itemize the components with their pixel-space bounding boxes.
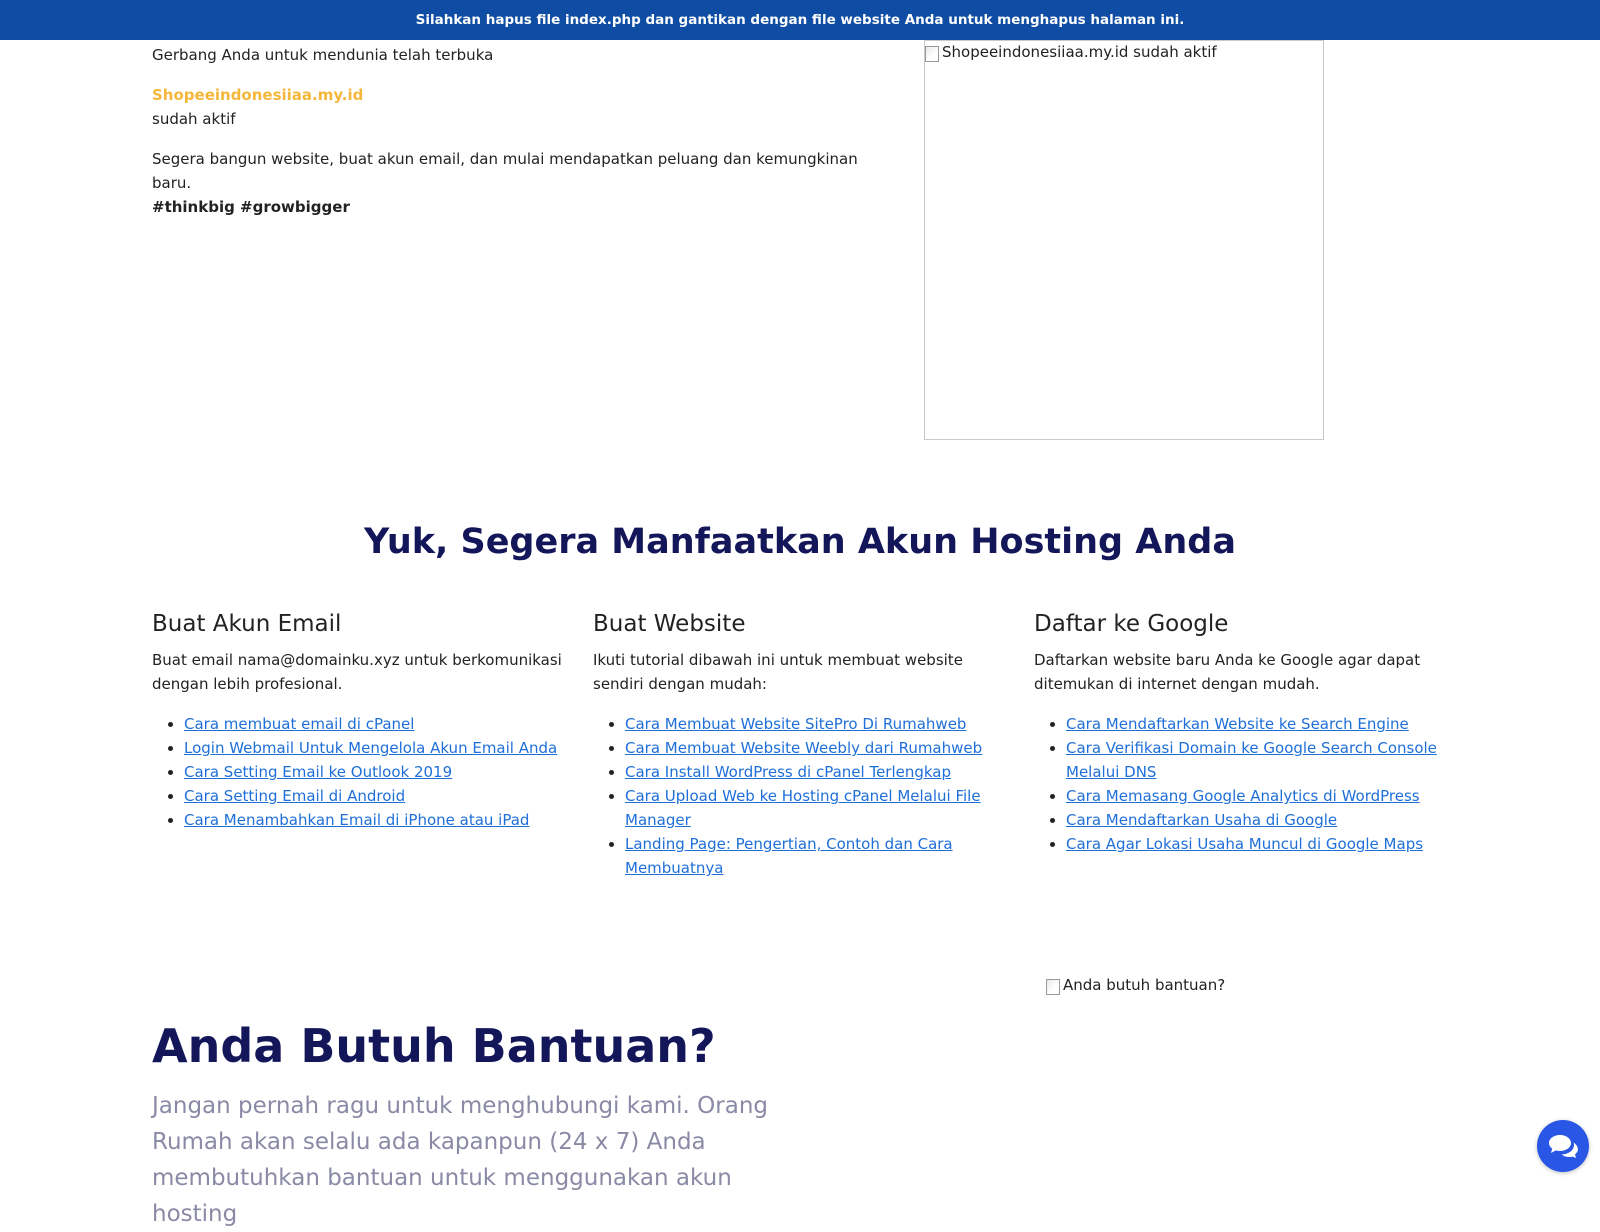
link-list: Cara membuat email di cPanel Login Webma… [152,712,562,832]
link-email-iphone[interactable]: Cara Menambahkan Email di iPhone atau iP… [184,811,529,829]
hero-text: Gerbang Anda untuk mendunia telah terbuk… [152,43,882,219]
link-email-android[interactable]: Cara Setting Email di Android [184,787,405,805]
link-email-outlook[interactable]: Cara Setting Email ke Outlook 2019 [184,763,452,781]
column-heading: Buat Akun Email [152,611,342,637]
list-item: Cara Memasang Google Analytics di WordPr… [1066,784,1444,808]
list-item: Cara Menambahkan Email di iPhone atau iP… [184,808,562,832]
link-weebly[interactable]: Cara Membuat Website Weebly dari Rumahwe… [625,739,982,757]
list-item: Cara Install WordPress di cPanel Terleng… [625,760,1003,784]
list-item: Cara Membuat Website SitePro Di Rumahweb [625,712,1003,736]
link-usaha-google[interactable]: Cara Mendaftarkan Usaha di Google [1066,811,1337,829]
list-item: Cara Membuat Website Weebly dari Rumahwe… [625,736,1003,760]
hero-tagline: Gerbang Anda untuk mendunia telah terbuk… [152,46,494,64]
column-description: Ikuti tutorial dibawah ini untuk membuat… [593,651,963,693]
help-title: Anda Butuh Bantuan? [152,1019,716,1073]
list-item: Cara Upload Web ke Hosting cPanel Melalu… [625,784,1003,832]
column-description: Daftarkan website baru Anda ke Google ag… [1034,651,1421,693]
help-text: Jangan pernah ragu untuk menghubungi kam… [152,1093,769,1227]
hero-image: Shopeeindonesiiaa.my.id sudah aktif [924,40,1324,440]
hero-domain: Shopeeindonesiiaa.my.id [152,86,364,104]
list-item: Cara Verifikasi Domain ke Google Search … [1066,736,1444,784]
link-install-wordpress[interactable]: Cara Install WordPress di cPanel Terleng… [625,763,951,781]
link-google-analytics[interactable]: Cara Memasang Google Analytics di WordPr… [1066,787,1420,805]
list-item: Cara Mendaftarkan Usaha di Google [1066,808,1444,832]
column-email: Buat Akun Email Buat email nama@domainku… [152,608,562,832]
column-heading: Buat Website [593,611,746,637]
link-search-console[interactable]: Cara Verifikasi Domain ke Google Search … [1066,739,1437,781]
column-description: Buat email nama@domainku.xyz untuk berko… [152,651,562,693]
list-item: Cara Setting Email di Android [184,784,562,808]
help-image-alt: Anda butuh bantuan? [1063,976,1226,994]
help-image: Anda butuh bantuan? [1046,976,1225,995]
list-item: Login Webmail Untuk Mengelola Akun Email… [184,736,562,760]
section-title: Yuk, Segera Manfaatkan Akun Hosting Anda [364,522,1236,562]
list-item: Cara Mendaftarkan Website ke Search Engi… [1066,712,1444,736]
chat-bubbles-icon [1549,1135,1578,1158]
hero-description: Segera bangun website, buat akun email, … [152,150,858,192]
hero-status: sudah aktif [152,110,236,128]
top-notice-text: Silahkan hapus file index.php dan gantik… [415,12,1185,28]
link-search-engine[interactable]: Cara Mendaftarkan Website ke Search Engi… [1066,715,1409,733]
link-landing-page[interactable]: Landing Page: Pengertian, Contoh dan Car… [625,835,953,877]
column-website: Buat Website Ikuti tutorial dibawah ini … [593,608,1003,880]
link-upload-file-manager[interactable]: Cara Upload Web ke Hosting cPanel Melalu… [625,787,981,829]
hero-image-alt: Shopeeindonesiiaa.my.id sudah aktif [942,43,1217,61]
column-heading: Daftar ke Google [1034,611,1229,637]
list-item: Cara membuat email di cPanel [184,712,562,736]
list-item: Cara Agar Lokasi Usaha Muncul di Google … [1066,832,1444,856]
list-item: Landing Page: Pengertian, Contoh dan Car… [625,832,1003,880]
link-email-cpanel[interactable]: Cara membuat email di cPanel [184,715,414,733]
chat-button[interactable] [1537,1120,1589,1172]
list-item: Cara Setting Email ke Outlook 2019 [184,760,562,784]
link-list: Cara Membuat Website SitePro Di Rumahweb… [593,712,1003,880]
broken-image-icon [1046,979,1060,995]
top-notice-bar: Silahkan hapus file index.php dan gantik… [0,0,1600,40]
hero-hashtags: #thinkbig #growbigger [152,198,350,216]
link-list: Cara Mendaftarkan Website ke Search Engi… [1034,712,1444,856]
link-sitepro[interactable]: Cara Membuat Website SitePro Di Rumahweb [625,715,966,733]
broken-image-icon [925,46,939,62]
link-google-maps[interactable]: Cara Agar Lokasi Usaha Muncul di Google … [1066,835,1423,853]
link-login-webmail[interactable]: Login Webmail Untuk Mengelola Akun Email… [184,739,557,757]
column-google: Daftar ke Google Daftarkan website baru … [1034,608,1444,856]
